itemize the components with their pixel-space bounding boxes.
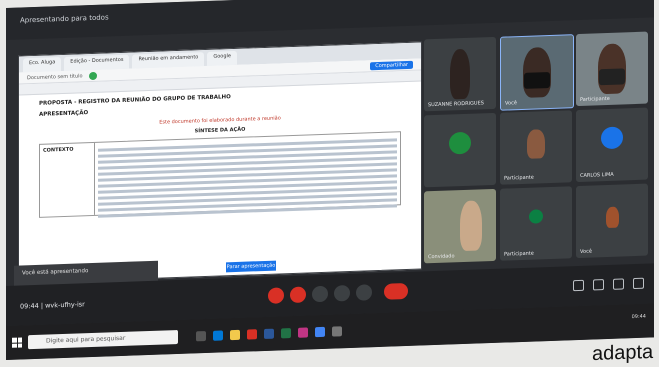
app-icon[interactable] [247,329,257,340]
doc-body: PROPOSTA - REGISTRO DA REUNIÃO DO GRUPO … [19,82,421,225]
windows-start-icon[interactable] [12,337,22,348]
folder-icon[interactable] [230,329,240,341]
avatar [601,126,623,150]
app-icon[interactable] [332,326,342,337]
taskbar-clock[interactable]: 09:44 [632,314,646,322]
shared-screen: Eco. Aluga Edição - Documentos Reunião e… [18,41,422,284]
participant-name: SUZANNE RODRIGUES [428,100,484,109]
participant-name: Convidado [428,253,455,261]
doc-table-content [95,132,400,218]
presenting-banner: Apresentando para todos [20,13,109,25]
info-icon[interactable] [573,279,584,292]
participant-tile[interactable]: Você [500,34,574,111]
participant-tile[interactable]: Participante [576,31,648,107]
participant-tile[interactable] [424,112,496,188]
participant-tile[interactable]: Participante [500,110,572,185]
participant-name: CARLOS LIMA [580,171,614,179]
more-options-button[interactable] [356,284,372,301]
taskbar-search[interactable]: Digite aqui para pesquisar [28,329,178,350]
edge-icon[interactable] [213,330,223,341]
system-tray: 09:44 [632,314,646,322]
meeting-code: wvk-ufhy-isr [45,300,85,310]
people-icon[interactable] [593,279,604,291]
leave-call-button[interactable] [384,282,408,300]
browser-tab[interactable]: Reunião em andamento [132,52,205,69]
participant-tile[interactable]: SUZANNE RODRIGUES [424,36,496,112]
browser-tab[interactable]: Edição - Documentos [64,54,130,71]
avatar [529,209,543,224]
participant-grid: SUZANNE RODRIGUES Você Participante Part… [424,31,648,270]
participant-tile[interactable]: Participante [500,186,572,261]
camera-off-button[interactable] [290,286,306,304]
chrome-icon[interactable] [315,326,325,338]
participant-tile[interactable]: Você [576,183,648,259]
excel-icon[interactable] [281,328,291,339]
app-icon[interactable] [298,327,308,338]
meeting-time-code: 09:44 | wvk-ufhy-isr [20,300,85,311]
participant-name: Participante [504,250,534,258]
side-panel-icons [573,277,644,292]
participant-name: Você [505,100,517,107]
share-button[interactable]: Compartilhar [370,60,413,70]
browser-tab[interactable]: Google [207,50,237,66]
meet-window: Apresentando para todos Eco. Aluga Ediçã… [6,0,654,361]
handwritten-note: adapta [591,340,653,366]
present-button[interactable] [334,284,350,302]
taskbar-apps [196,326,342,342]
participant-tile[interactable]: CARLOS LIMA [576,107,648,183]
participant-tile[interactable]: Convidado [424,188,496,264]
meeting-time: 09:44 [20,301,39,311]
activities-icon[interactable] [633,277,644,290]
browser-tab[interactable]: Eco. Aluga [23,57,62,73]
doc-table: CONTEXTO [39,131,401,218]
participant-name: Você [580,248,592,255]
avatar [449,131,471,155]
task-view-icon[interactable] [196,331,206,342]
participant-name: Participante [504,174,534,182]
meet-icon[interactable] [88,71,97,80]
doc-title[interactable]: Documento sem título [27,73,83,81]
stop-presenting-button[interactable]: Parar apresentação [226,260,276,273]
chat-icon[interactable] [613,278,624,290]
word-icon[interactable] [264,328,274,339]
captions-button[interactable] [312,285,328,303]
doc-table-label: CONTEXTO [40,142,95,217]
mic-off-button[interactable] [268,287,284,304]
participant-name: Participante [580,95,610,103]
